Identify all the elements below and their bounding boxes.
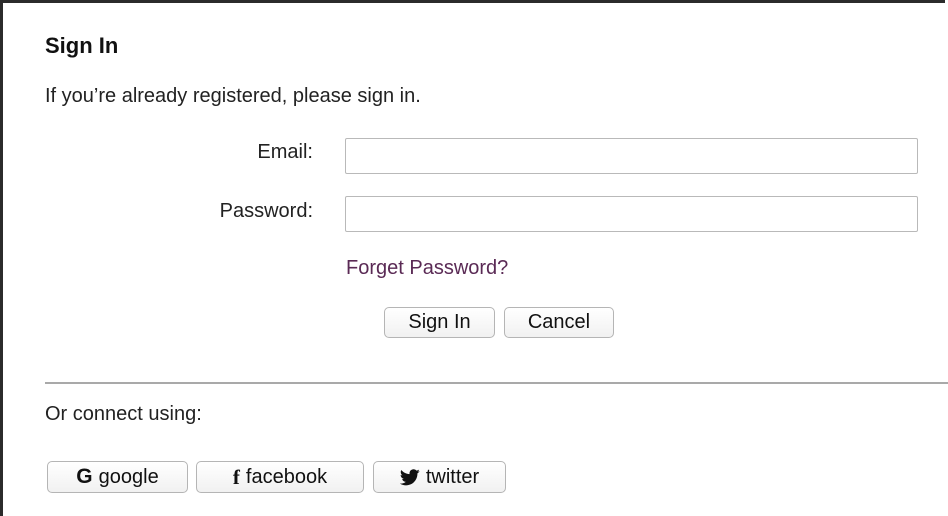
intro-text: If you’re already registered, please sig… bbox=[45, 85, 421, 107]
google-icon: G bbox=[76, 465, 93, 488]
facebook-button[interactable]: f facebook bbox=[196, 461, 364, 493]
password-field[interactable] bbox=[345, 196, 918, 232]
facebook-icon: f bbox=[232, 464, 240, 489]
twitter-label: twitter bbox=[425, 465, 480, 488]
google-label: google bbox=[98, 465, 159, 488]
sign-in-panel: Sign In If you’re already registered, pl… bbox=[0, 0, 948, 516]
facebook-label: facebook bbox=[245, 465, 328, 488]
page-title: Sign In bbox=[45, 33, 119, 58]
twitter-icon bbox=[399, 468, 420, 486]
email-label: Email: bbox=[257, 141, 313, 163]
cancel-button[interactable]: Cancel bbox=[504, 307, 614, 338]
divider bbox=[45, 382, 948, 384]
google-button[interactable]: G google bbox=[47, 461, 188, 493]
social-heading: Or connect using: bbox=[45, 403, 202, 425]
sign-in-button[interactable]: Sign In bbox=[384, 307, 495, 338]
twitter-button[interactable]: twitter bbox=[373, 461, 506, 493]
password-label: Password: bbox=[219, 200, 313, 222]
email-field[interactable] bbox=[345, 138, 918, 174]
forgot-password-link[interactable]: Forget Password? bbox=[346, 257, 508, 280]
